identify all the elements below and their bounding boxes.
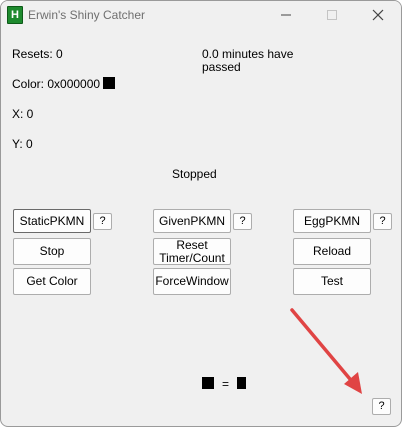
maximize-icon [327,10,337,20]
reload-button[interactable]: Reload [293,238,371,265]
elapsed-time-line2: passed [202,60,241,74]
window-title: Erwin's Shiny Catcher [28,8,145,22]
static-pkmn-button[interactable]: StaticPKMN [13,209,91,233]
minimize-icon [281,14,291,16]
egg-pkmn-help-button[interactable]: ? [373,213,392,230]
force-window-button[interactable]: ForceWindow [153,268,231,295]
color-swatch [103,77,115,89]
title-bar[interactable]: H Erwin's Shiny Catcher [1,1,401,29]
test-button[interactable]: Test [293,268,371,295]
resets-label: Resets: 0 [12,47,63,61]
compare-color-right-swatch [237,377,246,389]
close-icon [372,9,384,21]
app-icon: H [7,6,23,24]
app-window: H Erwin's Shiny Catcher Resets: 0 0.0 mi… [0,0,402,427]
egg-pkmn-button[interactable]: EggPKMN [293,209,371,233]
static-pkmn-help-button[interactable]: ? [93,213,112,230]
given-pkmn-button[interactable]: GivenPKMN [153,209,231,233]
minimize-button[interactable] [263,1,309,29]
status-label: Stopped [172,167,217,181]
x-coordinate-label: X: 0 [12,107,34,121]
maximize-button [309,1,355,29]
close-button[interactable] [355,1,401,29]
stop-button[interactable]: Stop [13,238,91,265]
compare-color-left-swatch [202,377,214,389]
given-pkmn-help-button[interactable]: ? [233,213,252,230]
color-label: Color: 0x000000 [12,77,101,91]
annotation-arrow-icon [290,308,362,394]
compare-equals-label: = [222,377,230,391]
reset-timer-count-button[interactable]: Reset Timer/Count [153,238,231,265]
y-coordinate-label: Y: 0 [12,137,33,151]
get-color-button[interactable]: Get Color [13,268,91,295]
elapsed-time-line1: 0.0 minutes have [202,47,294,61]
